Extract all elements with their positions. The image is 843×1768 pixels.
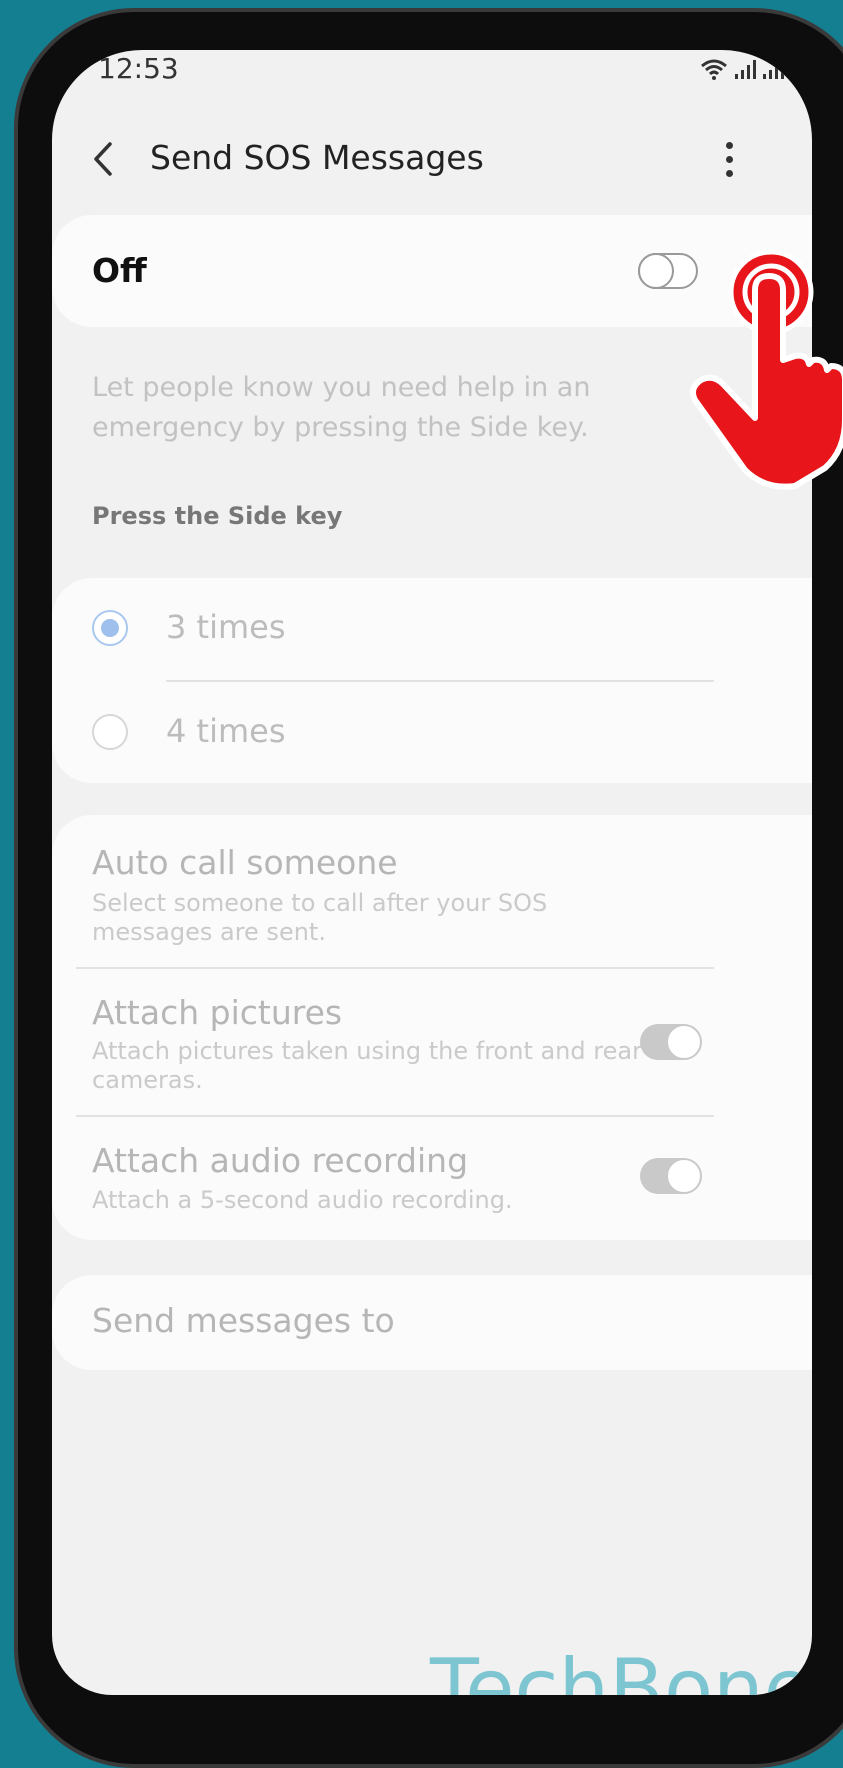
more-dot-icon [725, 141, 733, 149]
radio-label: 4 times [166, 712, 286, 750]
signal-icon [735, 60, 756, 79]
master-switch-label: Off [92, 251, 147, 290]
radio-label: 3 times [166, 608, 286, 646]
attach-pictures-toggle[interactable] [640, 1024, 702, 1060]
tap-hand-icon [690, 249, 843, 490]
page-title: Send SOS Messages [150, 138, 484, 177]
watermark-text: TechBone [430, 1642, 812, 1695]
divider [76, 967, 714, 969]
feature-description: Let people know you need help in an emer… [92, 372, 591, 443]
radio-button[interactable] [92, 714, 128, 750]
attach-audio-toggle[interactable] [640, 1158, 702, 1194]
attach-audio-subtitle: Attach a 5-second audio recording. [92, 1186, 513, 1214]
press-side-key-label: Press the Side key [92, 502, 343, 530]
more-dot-icon [725, 155, 733, 163]
auto-call-subtitle: Select someone to call after your SOS me… [92, 889, 548, 946]
attach-pictures-title: Attach pictures [92, 993, 343, 1032]
radio-button-selected[interactable] [92, 610, 128, 646]
more-options-button[interactable] [714, 134, 744, 184]
toggle-knob [666, 1024, 702, 1060]
auto-call-title: Auto call someone [92, 843, 398, 882]
back-button[interactable] [80, 134, 130, 184]
attach-audio-title: Attach audio recording [92, 1141, 469, 1180]
attach-pictures-subtitle: Attach pictures taken using the front an… [92, 1037, 642, 1094]
press-count-card: 3 times 4 times [52, 578, 812, 783]
battery-icon [791, 56, 805, 80]
send-messages-to-row[interactable]: Send messages to [52, 1275, 812, 1370]
back-arrow-icon [94, 142, 112, 176]
more-dot-icon [725, 169, 733, 177]
send-messages-to-label: Send messages to [92, 1301, 395, 1340]
radio-option-3-times[interactable]: 3 times [52, 578, 812, 678]
signal-icon-2 [763, 60, 784, 79]
header: Send SOS Messages [52, 112, 812, 212]
wifi-icon [701, 59, 727, 80]
sos-options-card: Auto call someone Select someone to call… [52, 815, 812, 1240]
status-icons [700, 56, 806, 80]
divider [76, 1115, 714, 1117]
toggle-knob [666, 1158, 702, 1194]
radio-option-4-times[interactable]: 4 times [52, 682, 812, 782]
status-time: 12:53 [98, 52, 179, 85]
